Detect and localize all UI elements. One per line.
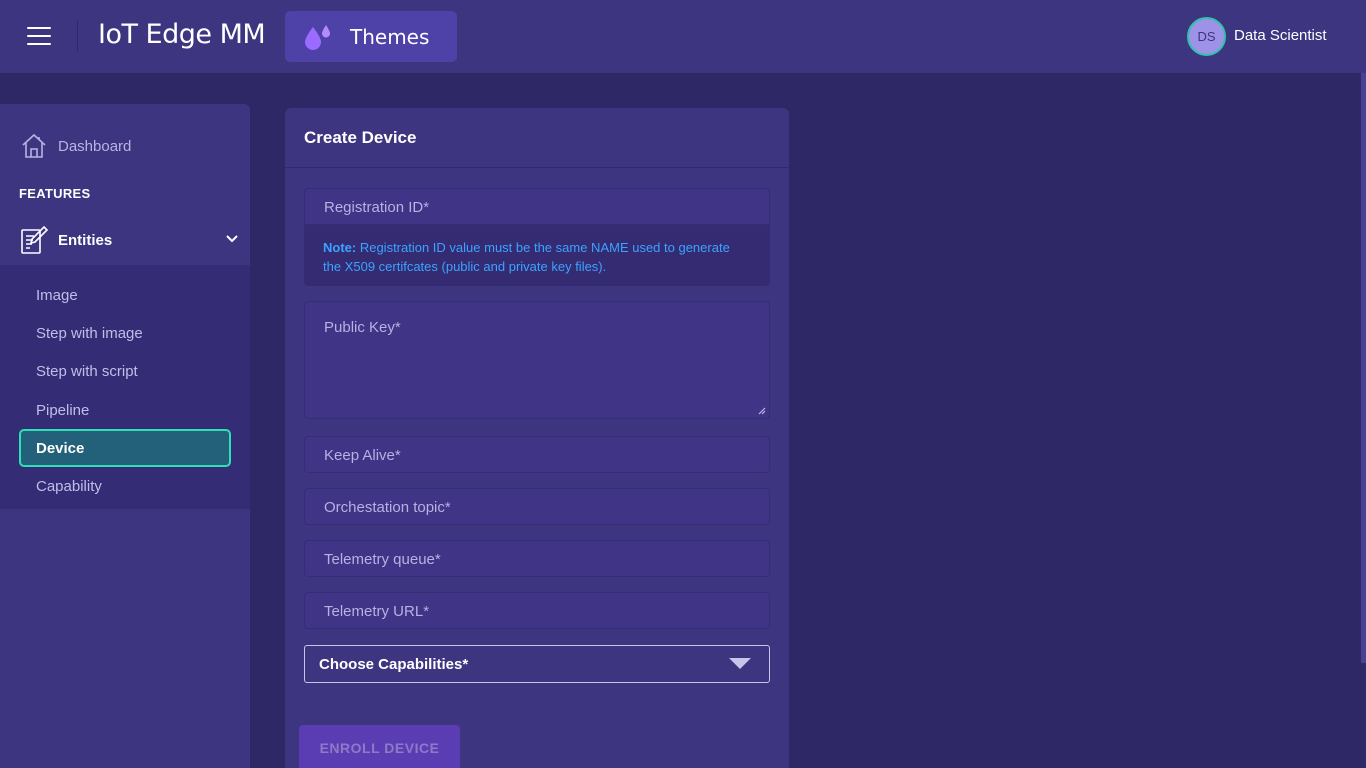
- sidebar-item-label: Step with script: [36, 363, 138, 380]
- sidebar-item-step-with-script[interactable]: Step with script: [19, 352, 231, 390]
- home-icon: [22, 133, 46, 158]
- registration-id-placeholder: Registration ID*: [324, 199, 430, 216]
- enroll-device-label: ENROLL DEVICE: [319, 740, 440, 756]
- sidebar-item-label: Capability: [36, 478, 102, 495]
- sidebar-item-step-with-image[interactable]: Step with image: [19, 314, 231, 352]
- sidebar-item-label: Device: [36, 440, 85, 457]
- header-divider: [77, 20, 78, 52]
- page-scrollbar[interactable]: [1361, 73, 1366, 663]
- app-title: IoT Edge MM: [98, 19, 266, 50]
- registration-id-note: Note: Registration ID value must be the …: [304, 225, 770, 286]
- note-text: Note: Registration ID value must be the …: [323, 238, 743, 276]
- sidebar-item-capability[interactable]: Capability: [19, 467, 231, 505]
- sidebar-item-label: Dashboard: [58, 138, 132, 155]
- orchestration-topic-input[interactable]: Orchestation topic*: [304, 488, 770, 525]
- sidebar-item-device[interactable]: Device: [19, 429, 231, 467]
- telemetry-url-placeholder: Telemetry URL*: [324, 603, 430, 620]
- public-key-placeholder: Public Key*: [324, 319, 401, 336]
- sidebar-item-label: Entities: [58, 232, 113, 249]
- sidebar-item-label: Image: [36, 287, 78, 304]
- section-heading: FEATURES: [19, 186, 91, 201]
- orchestration-topic-placeholder: Orchestation topic*: [324, 499, 451, 516]
- user-name: Data Scientist: [1234, 27, 1327, 44]
- note-body: Registration ID value must be the same N…: [323, 240, 730, 274]
- note-label: Note:: [323, 240, 357, 255]
- create-device-card: Create Device Registration ID* Note: Reg…: [285, 108, 789, 768]
- telemetry-queue-input[interactable]: Telemetry queue*: [304, 540, 770, 577]
- menu-toggle-icon[interactable]: [27, 27, 51, 47]
- sidebar-item-dashboard[interactable]: Dashboard: [20, 132, 240, 162]
- chevron-down-icon: [226, 235, 238, 243]
- edit-document-icon: [21, 225, 48, 254]
- sidebar-item-entities[interactable]: Entities: [20, 224, 245, 256]
- telemetry-url-input[interactable]: Telemetry URL*: [304, 592, 770, 629]
- registration-id-input[interactable]: Registration ID*: [304, 188, 770, 225]
- sidebar-item-pipeline[interactable]: Pipeline: [19, 391, 231, 429]
- public-key-textarea[interactable]: Public Key*: [304, 301, 770, 419]
- avatar: DS: [1187, 17, 1226, 56]
- resize-handle-icon[interactable]: [758, 407, 766, 415]
- sidebar: Dashboard FEATURES Entities Image Step w…: [0, 104, 250, 768]
- sidebar-item-image[interactable]: Image: [19, 276, 231, 314]
- top-header: IoT Edge MM Themes DS Data Scientist: [0, 0, 1366, 73]
- entities-submenu: Image Step with image Step with script P…: [0, 265, 250, 509]
- droplets-icon: [305, 25, 330, 50]
- themes-button[interactable]: Themes: [285, 11, 457, 62]
- card-divider: [285, 167, 789, 168]
- themes-label: Themes: [350, 25, 430, 49]
- card-title: Create Device: [304, 128, 417, 147]
- caret-down-icon: [729, 658, 751, 669]
- sidebar-item-label: Pipeline: [36, 402, 90, 419]
- keep-alive-placeholder: Keep Alive*: [324, 447, 401, 464]
- sidebar-item-label: Step with image: [36, 325, 143, 342]
- capabilities-select[interactable]: Choose Capabilities*: [304, 645, 770, 683]
- telemetry-queue-placeholder: Telemetry queue*: [324, 551, 441, 568]
- keep-alive-input[interactable]: Keep Alive*: [304, 436, 770, 473]
- capabilities-select-label: Choose Capabilities*: [319, 656, 469, 673]
- enroll-device-button[interactable]: ENROLL DEVICE: [299, 725, 460, 768]
